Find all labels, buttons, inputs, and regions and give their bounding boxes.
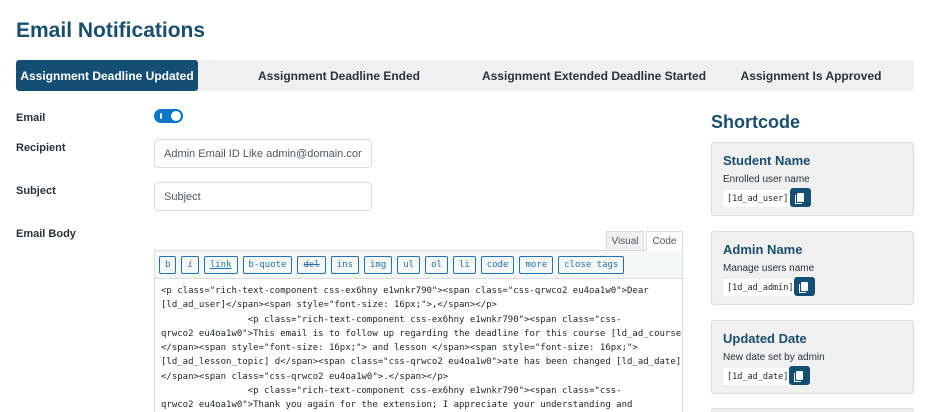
shortcode-card-description: Manage users name xyxy=(723,263,815,274)
notification-tabs: Assignment Deadline Updated Assignment D… xyxy=(16,60,914,91)
code-line: <p class="rich-text-component css-ex6hny… xyxy=(161,314,622,325)
shortcode-card-description: Enrolled user name xyxy=(723,174,810,185)
tab-assignment-deadline-updated[interactable]: Assignment Deadline Updated xyxy=(16,60,198,91)
ol-button[interactable]: ol xyxy=(425,255,448,274)
page-title: Email Notifications xyxy=(16,19,206,42)
code-line: qrwco2 eu4oa1w0">Thank you again for the… xyxy=(161,400,633,411)
toggle-on-indicator xyxy=(160,113,162,119)
shortcode-code: [1d_ad_date] xyxy=(723,368,793,385)
shortcode-card-student-name: Student Name Enrolled user name [1d_ad_u… xyxy=(711,142,914,216)
code-line: </span><span class="css-qrwco2 eu4oa1w0"… xyxy=(161,371,449,382)
shortcode-card-description: New date set by admin xyxy=(723,352,825,363)
recipient-input[interactable] xyxy=(154,139,372,168)
email-label: Email xyxy=(16,112,46,124)
copy-admin-name-button[interactable] xyxy=(794,277,815,296)
copy-updated-date-button[interactable] xyxy=(789,366,810,385)
email-body-textarea[interactable]: <p class="rich-text-component css-ex6hny… xyxy=(155,279,682,412)
shortcode-card-title: Updated Date xyxy=(723,331,807,346)
tab-code[interactable]: Code xyxy=(646,231,683,251)
copy-icon-sheet xyxy=(796,371,803,380)
li-button[interactable]: li xyxy=(452,255,476,274)
code-line: [ld_ad_user]</span><span style="font-siz… xyxy=(161,300,497,311)
ins-button[interactable]: ins xyxy=(330,255,359,274)
code-line: </span><span style="font-size: 16px;"> a… xyxy=(161,343,638,354)
shortcode-code: [1d_ad_admin] xyxy=(723,279,798,296)
close-tags-button[interactable]: close tags xyxy=(558,255,625,274)
tab-visual[interactable]: Visual xyxy=(606,231,644,251)
ul-button[interactable]: ul xyxy=(397,255,421,274)
italic-button[interactable]: i xyxy=(181,255,199,274)
subject-input[interactable] xyxy=(154,182,372,211)
recipient-label: Recipient xyxy=(16,142,66,154)
email-body-label: Email Body xyxy=(16,228,76,240)
code-line: [ld_ad_lesson_topic] d</span><span class… xyxy=(161,357,682,368)
copy-student-name-button[interactable] xyxy=(790,188,811,207)
shortcode-card-title: Student Name xyxy=(723,153,811,168)
shortcode-title: Shortcode xyxy=(711,112,801,132)
tab-assignment-extended-deadline-started[interactable]: Assignment Extended Deadline Started xyxy=(480,60,708,91)
subject-label: Subject xyxy=(16,185,56,197)
blockquote-button[interactable]: b-quote xyxy=(242,255,293,274)
tab-assignment-is-approved[interactable]: Assignment Is Approved xyxy=(708,60,914,91)
tab-assignment-deadline-ended[interactable]: Assignment Deadline Ended xyxy=(198,60,480,91)
shortcode-card-updated-date: Updated Date New date set by admin [1d_a… xyxy=(711,320,914,394)
del-button[interactable]: del xyxy=(297,255,326,274)
shortcode-card-title: Admin Name xyxy=(723,242,803,257)
code-line: <p class="rich-text-component css-ex6hny… xyxy=(161,386,622,397)
link-button[interactable]: link xyxy=(203,255,238,274)
toggle-knob xyxy=(171,111,181,121)
shortcode-card-partial xyxy=(711,408,914,412)
code-button[interactable]: code xyxy=(480,255,515,274)
bold-button[interactable]: b xyxy=(159,255,177,274)
more-button[interactable]: more xyxy=(519,255,554,274)
editor-toolbar: b i link b-quote del ins img ul ol li co… xyxy=(155,251,682,279)
img-button[interactable]: img xyxy=(364,255,393,274)
copy-icon-sheet xyxy=(797,193,804,202)
shortcode-code: [1d_ad_user] xyxy=(723,190,793,207)
email-toggle[interactable] xyxy=(154,109,183,123)
code-line: qrwco2 eu4oa1w0">This email is to follow… xyxy=(161,328,682,339)
shortcode-card-admin-name: Admin Name Manage users name [1d_ad_admi… xyxy=(711,231,914,305)
copy-icon-sheet xyxy=(801,282,808,291)
code-line: <p class="rich-text-component css-ex6hny… xyxy=(161,286,649,296)
email-body-editor: b i link b-quote del ins img ul ol li co… xyxy=(154,250,683,412)
